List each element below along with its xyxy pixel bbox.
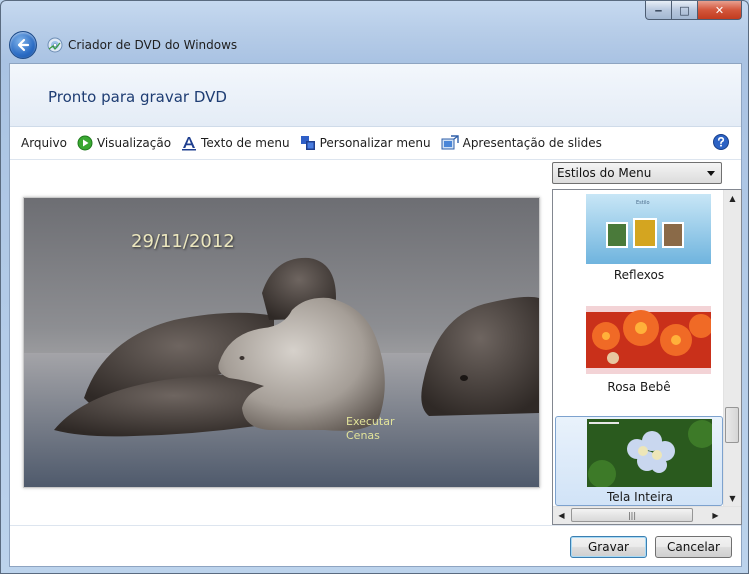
toolbar-customize-menu-button[interactable]: Personalizar menu	[300, 135, 431, 151]
toolbar-file-label: Arquivo	[21, 136, 67, 150]
chevron-down-icon	[707, 170, 715, 176]
toolbar-menu-text-button[interactable]: Texto de menu	[181, 135, 290, 151]
maximize-button[interactable]: □	[672, 1, 698, 20]
preview-photo	[24, 198, 539, 487]
preview-play-scenes-label[interactable]: Executar Cenas	[346, 415, 426, 443]
styles-horizontal-scrollbar[interactable]: ◀ ||| ▶	[553, 506, 741, 524]
caption-buttons: ‒ □ ✕	[645, 1, 742, 20]
style-thumbnail-reflexos: Estilo	[586, 194, 711, 264]
page-header: Pronto para gravar DVD	[10, 64, 741, 127]
toolbar-file-menu[interactable]: Arquivo	[21, 136, 67, 150]
full-screen-thumbnail-image	[587, 419, 712, 487]
style-item-rosa-bebe[interactable]: Rosa Bebê	[555, 300, 723, 404]
preview-play-label-line1: Executar	[346, 415, 395, 428]
toolbar-slideshow-button[interactable]: Apresentação de slides	[441, 135, 602, 151]
page-title: Pronto para gravar DVD	[48, 88, 227, 106]
toolbar-slideshow-label: Apresentação de slides	[462, 136, 602, 150]
style-thumbnail-tela-inteira	[587, 419, 712, 487]
preview-play-label-line2: Cenas	[346, 429, 380, 442]
app-window: ‒ □ ✕ Criador de DVD do Windows Pronto p…	[0, 0, 749, 574]
cancel-button[interactable]: Cancelar	[655, 536, 732, 558]
toolbar-preview-label: Visualização	[96, 136, 172, 150]
footer-divider	[10, 525, 741, 526]
menu-styles-list[interactable]: Estilo Reflexos Rosa Bebê Tela Inteira ▲…	[552, 189, 742, 525]
play-icon	[77, 135, 93, 151]
reflections-thumbnail-caption: Estilo	[636, 200, 650, 206]
menu-styles-dropdown-value: Estilos do Menu	[557, 166, 652, 180]
slideshow-icon	[441, 135, 459, 150]
style-item-tela-inteira[interactable]: Tela Inteira	[555, 416, 723, 506]
style-item-reflexos[interactable]: Estilo Reflexos	[555, 190, 723, 282]
main-content: Pronto para gravar DVD Arquivo Visualiza…	[9, 63, 742, 567]
preview-date-text: 29/11/2012	[131, 231, 235, 252]
baby-pink-thumbnail-image	[586, 306, 711, 374]
style-label-reflexos: Reflexos	[613, 268, 665, 282]
back-arrow-icon	[17, 38, 30, 52]
close-button[interactable]: ✕	[698, 1, 742, 20]
title-bar: Criador de DVD do Windows	[9, 29, 740, 61]
window-title: Criador de DVD do Windows	[68, 38, 238, 52]
style-label-tela-inteira: Tela Inteira	[606, 490, 674, 504]
customize-icon	[300, 136, 315, 150]
styles-vertical-scrollbar[interactable]: ▲ ▼	[723, 190, 741, 507]
back-button[interactable]	[9, 31, 37, 59]
toolbar-preview-button[interactable]: Visualização	[77, 135, 171, 151]
text-a-icon	[182, 137, 197, 151]
style-label-rosa-bebe: Rosa Bebê	[607, 380, 671, 394]
help-icon[interactable]	[713, 134, 729, 150]
reflections-thumbnail-image: Estilo	[586, 194, 711, 264]
scroll-up-icon[interactable]: ▲	[724, 190, 741, 207]
toolbar-customize-menu-label: Personalizar menu	[319, 136, 431, 150]
vertical-scroll-thumb[interactable]	[725, 407, 739, 443]
toolbar-menu-text-label: Texto de menu	[201, 136, 290, 150]
menu-styles-dropdown[interactable]: Estilos do Menu	[552, 162, 722, 184]
minimize-button[interactable]: ‒	[645, 1, 672, 20]
toolbar: Arquivo Visualização Texto de menu Perso…	[10, 127, 741, 160]
burn-button[interactable]: Gravar	[570, 536, 647, 558]
menu-preview: 29/11/2012 Executar Cenas	[23, 197, 540, 488]
scroll-down-icon[interactable]: ▼	[724, 490, 741, 507]
style-thumbnail-rosa-bebe	[586, 306, 711, 374]
dvd-maker-icon	[47, 37, 63, 53]
scroll-right-icon[interactable]: ▶	[707, 507, 724, 524]
scroll-left-icon[interactable]: ◀	[553, 507, 570, 524]
horizontal-scroll-thumb[interactable]: |||	[571, 508, 693, 522]
